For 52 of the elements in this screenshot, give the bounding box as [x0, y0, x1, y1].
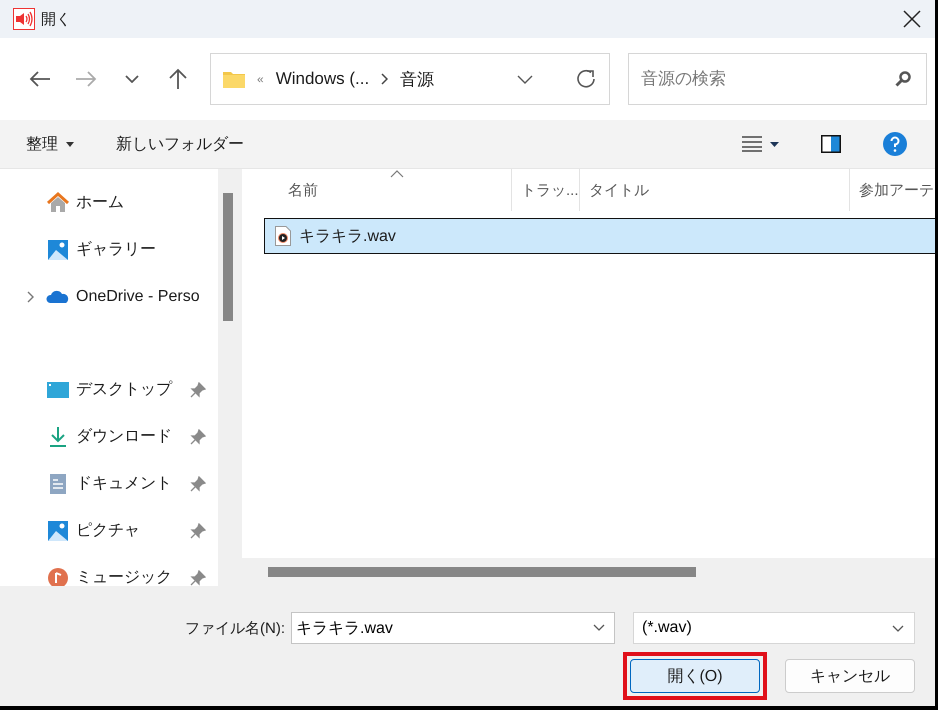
file-row[interactable]: キラキラ.wav: [264, 218, 935, 254]
new-folder-button[interactable]: 新しいフォルダー: [108, 130, 252, 158]
caret-icon: [770, 142, 779, 146]
open-button[interactable]: 開く(O): [630, 659, 760, 693]
sidebar-item[interactable]: ドキュメント: [0, 460, 218, 507]
picture-icon: [46, 518, 70, 542]
breadcrumb-item[interactable]: 音源: [400, 68, 434, 90]
overflow-marker[interactable]: «: [257, 72, 264, 86]
chevron-right-icon: [381, 73, 388, 85]
up-arrow-icon: [168, 68, 188, 90]
column-header[interactable]: 名前: [242, 169, 512, 211]
caret-icon: [66, 142, 74, 146]
sidebar-item[interactable]: ピクチャ: [0, 507, 218, 554]
forward-arrow-icon: [75, 70, 97, 88]
chevron-right-icon[interactable]: [26, 290, 34, 302]
audio-file-icon: [275, 226, 291, 246]
back-arrow-icon: [29, 70, 51, 88]
search-field[interactable]: 音源の検索: [628, 53, 927, 105]
sort-caret-icon: [390, 170, 404, 178]
dropdown-caret-icon: [892, 624, 904, 632]
file-type-dropdown[interactable]: (*.wav): [633, 612, 915, 644]
gallery-icon: [46, 238, 70, 262]
sidebar-item[interactable]: ギャラリー: [0, 226, 218, 273]
dropdown-caret-icon[interactable]: [593, 624, 605, 631]
refresh-icon[interactable]: [575, 68, 597, 90]
dropdown-caret-icon[interactable]: [517, 74, 533, 84]
home-icon: [46, 190, 70, 214]
breadcrumb-item[interactable]: Windows (...: [276, 69, 370, 89]
sidebar-item[interactable]: ミュージック: [0, 554, 218, 586]
scrollbar-thumb[interactable]: [222, 193, 232, 321]
help-icon: [883, 132, 907, 156]
column-header[interactable]: タイトル: [580, 169, 850, 211]
organize-menu[interactable]: 整理: [18, 130, 82, 158]
speaker-icon: [13, 8, 35, 30]
file-name-label: ファイル名(N):: [185, 618, 285, 638]
chevron-down-icon: [125, 75, 139, 83]
folder-icon: [223, 70, 245, 88]
column-header[interactable]: 参加アーテ: [850, 169, 935, 211]
preview-pane-icon: [821, 135, 841, 153]
file-name-field[interactable]: キラキラ.wav: [291, 612, 615, 644]
sidebar-item[interactable]: ホーム: [0, 179, 218, 226]
file-name: キラキラ.wav: [299, 226, 396, 246]
address-bar[interactable]: « Windows (... 音源: [210, 53, 610, 105]
sidebar-item[interactable]: OneDrive - Perso: [0, 273, 218, 320]
column-header[interactable]: トラッ...: [512, 169, 580, 211]
search-icon: [895, 71, 911, 87]
window-title: 開く: [41, 10, 72, 28]
cancel-button[interactable]: キャンセル: [785, 659, 915, 693]
list-view-icon: [742, 136, 762, 152]
scrollbar-thumb[interactable]: [268, 567, 696, 577]
sidebar-item[interactable]: デスクトップ: [0, 366, 218, 413]
sidebar-item[interactable]: ダウンロード: [0, 413, 218, 460]
